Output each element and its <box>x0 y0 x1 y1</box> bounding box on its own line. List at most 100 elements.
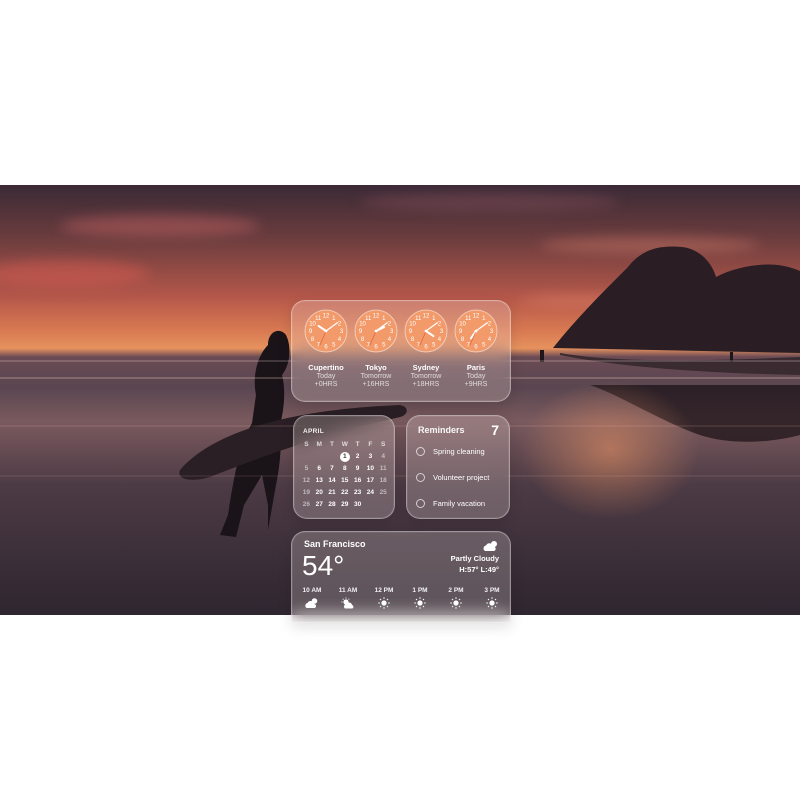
calendar-day[interactable]: 8 <box>338 463 351 475</box>
svg-text:11: 11 <box>365 316 372 322</box>
calendar-week-row: 1234 <box>300 451 390 463</box>
partly-cloudy-icon <box>483 541 497 551</box>
calendar-day[interactable]: 10 <box>364 463 377 475</box>
sun-icon <box>450 597 462 609</box>
calendar-day[interactable]: 25 <box>377 487 390 499</box>
calendar-day[interactable]: 17 <box>364 475 377 487</box>
calendar-day[interactable]: 19 <box>300 487 313 499</box>
hour-label: 1 PM <box>412 587 428 594</box>
weather-high-low: H:57° L:49° <box>459 565 499 574</box>
clock-city: Paris <box>466 363 486 372</box>
reminders-title: Reminders <box>418 425 465 435</box>
clock-face-icon: 1234567891011 12 <box>304 309 348 353</box>
clock-paris[interactable]: 1 2 3 4 5 6 7 8 9 10 11 12 Paris Today +9HRS <box>451 309 501 388</box>
reminders-count: 7 <box>491 422 499 438</box>
checkbox-circle-icon[interactable] <box>416 498 425 508</box>
clock-cupertino[interactable]: 1 2 3 4 5 6 7 8 9 10 11 12 Cupertino Today +0HRS <box>301 309 351 388</box>
clock-offset: +18HRS <box>412 381 440 388</box>
reminder-label: Volunteer project <box>433 472 490 482</box>
calendar-day[interactable]: 16 <box>351 475 364 487</box>
calendar-day[interactable]: 18 <box>377 475 390 487</box>
clock-day: Today <box>316 373 336 380</box>
calendar-day <box>300 451 313 463</box>
calendar-day[interactable]: 15 <box>338 475 351 487</box>
checkbox-circle-icon[interactable] <box>416 472 425 482</box>
calendar-day[interactable]: 4 <box>377 451 390 463</box>
svg-text:10: 10 <box>459 321 466 327</box>
hourly-forecast: 10 AM <box>297 587 327 609</box>
calendar-day[interactable]: 12 <box>300 475 313 487</box>
hour-label: 10 AM <box>302 587 322 594</box>
checkbox-circle-icon[interactable] <box>416 446 425 456</box>
clock-tokyo[interactable]: 1 2 3 4 5 6 7 8 9 10 11 12 Tokyo Tomorrow +16HRS <box>351 309 401 388</box>
svg-text:11: 11 <box>415 316 422 322</box>
calendar-day[interactable]: 29 <box>338 499 351 511</box>
clock-sydney[interactable]: 1 2 3 4 5 6 7 8 9 10 11 12 Sydney Tomorrow +18HRS <box>401 309 451 388</box>
calendar-day[interactable]: 27 <box>313 499 326 511</box>
weather-temperature: 54° <box>302 550 345 581</box>
calendar-day[interactable]: 7 <box>326 463 339 475</box>
calendar-day[interactable]: 9 <box>351 463 364 475</box>
calendar-day[interactable]: 13 <box>313 475 326 487</box>
calendar-day[interactable]: 2 <box>351 451 364 463</box>
calendar-day[interactable]: 5 <box>300 463 313 475</box>
svg-text:12: 12 <box>373 314 380 320</box>
sun-icon <box>486 597 498 609</box>
clock-city: Tokyo <box>365 363 387 372</box>
world-clock-widget[interactable]: 1 2 3 4 5 6 7 8 9 10 11 12 Cupertino Today +0HRS 12… <box>291 300 511 402</box>
calendar-day[interactable]: 26 <box>300 499 313 511</box>
clock-face-icon: 1234567891011 12 <box>404 309 448 353</box>
reminder-item[interactable]: Volunteer project <box>416 470 489 484</box>
reminder-item[interactable]: Family vacation <box>416 496 485 510</box>
calendar-day <box>326 451 339 463</box>
clock-day: Tomorrow <box>360 373 392 380</box>
svg-text:11: 11 <box>315 316 322 322</box>
calendar-weekday: M <box>316 441 322 448</box>
calendar-day[interactable]: 14 <box>326 475 339 487</box>
clock-offset: +16HRS <box>362 381 390 388</box>
calendar-day[interactable]: 3 <box>364 451 377 463</box>
calendar-day <box>377 499 390 511</box>
hourly-forecast: 3 PM <box>477 587 507 609</box>
calendar-day[interactable]: 22 <box>338 487 351 499</box>
calendar-week-row: 12 13 14 15 16 17 18 <box>300 475 390 487</box>
clock-day: Tomorrow <box>410 373 442 380</box>
calendar-day[interactable]: 30 <box>351 499 364 511</box>
reminders-widget[interactable]: Reminders 7 Spring cleaning Volunteer pr… <box>406 415 510 519</box>
calendar-day[interactable]: 21 <box>326 487 339 499</box>
clock-offset: +9HRS <box>464 381 488 388</box>
reminder-item[interactable]: Spring cleaning <box>416 444 485 458</box>
reminder-label: Family vacation <box>433 498 486 508</box>
calendar-day[interactable]: 20 <box>313 487 326 499</box>
hour-label: 3 PM <box>484 587 500 594</box>
calendar-day[interactable]: 11 <box>377 463 390 475</box>
calendar-day[interactable]: 24 <box>364 487 377 499</box>
calendar-week-row: 19 20 21 22 23 24 25 <box>300 487 390 499</box>
hourly-forecast: 11 AM <box>333 587 363 609</box>
calendar-day <box>364 499 377 511</box>
calendar-weekday: S <box>304 441 309 448</box>
weather-widget[interactable]: San Francisco 54° Partly Cloudy H:57° L:… <box>291 531 511 623</box>
svg-text:12: 12 <box>323 314 330 320</box>
svg-text:12: 12 <box>473 314 480 320</box>
weather-city: San Francisco <box>304 539 366 549</box>
hourly-forecast: 2 PM <box>441 587 471 609</box>
calendar-weekday: T <box>355 441 360 448</box>
reminder-label: Spring cleaning <box>433 446 485 456</box>
calendar-day[interactable]: 23 <box>351 487 364 499</box>
sun-icon <box>378 597 390 609</box>
clock-face-icon: 1234567891011 12 <box>354 309 398 353</box>
hourly-forecast: 12 PM <box>369 587 399 609</box>
calendar-day[interactable]: 6 <box>313 463 326 475</box>
calendar-day-today[interactable]: 1 <box>338 451 351 463</box>
calendar-grid: S M T W T F S 1 2 3 4 5 6 7 8 9 10 11 12 13 14 15 16 17 18 19 20 21… <box>300 439 390 511</box>
svg-text:10: 10 <box>409 321 416 327</box>
clock-face-icon: 1234567891011 12 <box>454 309 498 353</box>
svg-text:10: 10 <box>309 321 316 327</box>
calendar-day[interactable]: 28 <box>326 499 339 511</box>
calendar-weekday: F <box>368 441 373 448</box>
svg-text:11: 11 <box>465 316 472 322</box>
partly-sunny-icon <box>341 597 354 609</box>
calendar-widget[interactable]: APRIL S M T W T F S 1 2 3 4 5 6 7 8 9 10 11 12 13 14 15 16 17 18… <box>293 415 395 519</box>
clock-city: Sydney <box>412 363 440 372</box>
